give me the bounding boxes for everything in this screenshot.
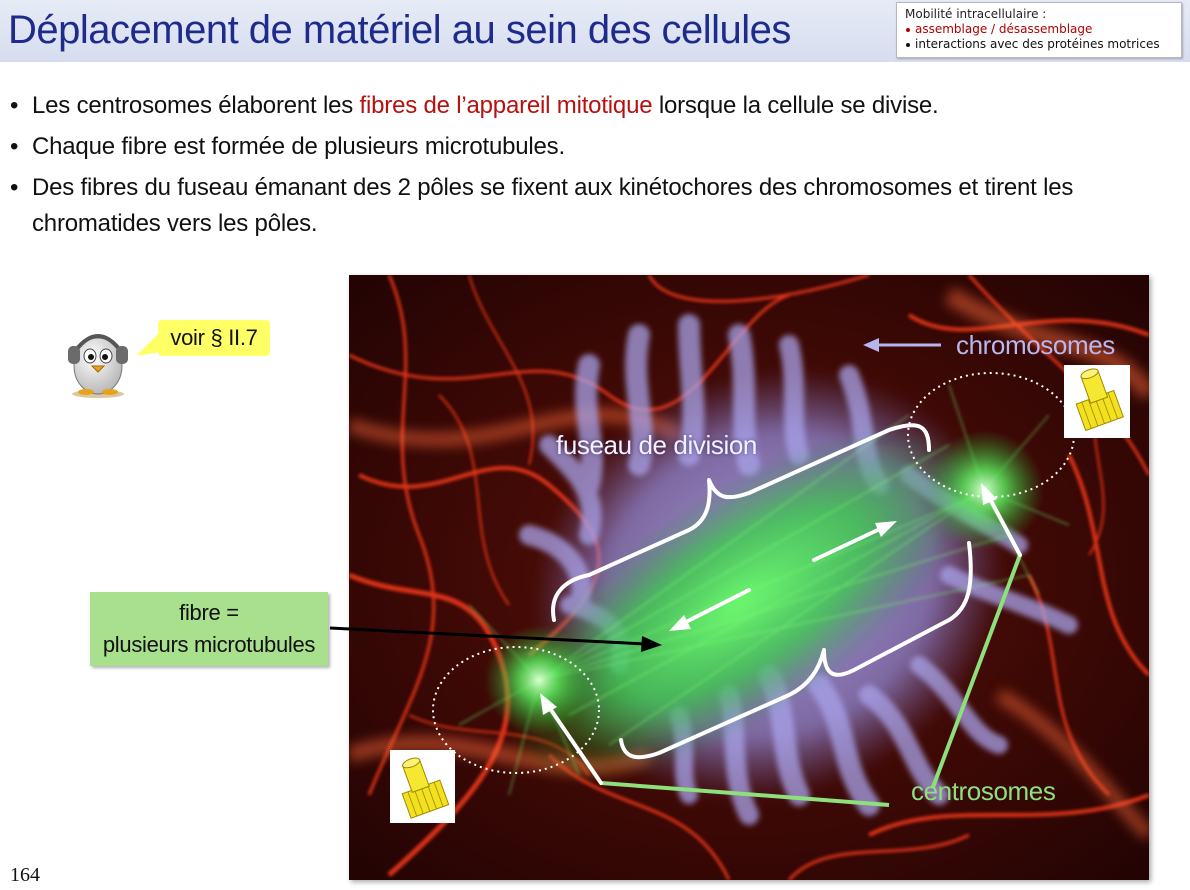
- page-number: 164: [10, 864, 40, 886]
- penguin-headphones-icon: [68, 334, 128, 398]
- centriole-icon-bottom: [390, 750, 455, 823]
- topic-summary-box: Mobilité intracellulaire : assemblage / …: [896, 2, 1182, 58]
- fibre-definition-line1: fibre =: [179, 600, 239, 625]
- chromosomes-label: chromosomes: [956, 330, 1115, 360]
- bullet-icon: •: [10, 133, 19, 160]
- bullet-item-kinetochores: • Des fibres du fuseau émanant des 2 pôl…: [8, 170, 1168, 242]
- bullet-icon: •: [10, 174, 19, 201]
- topic-summary-item-motor-proteins: interactions avec des protéines motrices: [905, 37, 1173, 52]
- centriole-icon-top: [1064, 365, 1130, 438]
- spindle-label: fuseau de division: [556, 430, 757, 460]
- fibre-definition-box: fibre = plusieurs microtubules: [90, 592, 328, 666]
- bullet-item-microtubules: • Chaque fibre est formée de plusieurs m…: [8, 129, 1168, 165]
- slide-title: Déplacement de matériel au sein des cell…: [8, 8, 791, 52]
- bullet-dot-icon: [906, 27, 910, 32]
- see-section-callout: voir § II.7: [158, 320, 270, 356]
- topic-summary-heading: Mobilité intracellulaire :: [905, 7, 1047, 21]
- bullet-dot-icon: [906, 42, 910, 47]
- fibre-pointer-arrow: [329, 626, 662, 652]
- bullet-icon: •: [10, 92, 19, 119]
- topic-summary-item-assembly: assemblage / désassemblage: [905, 22, 1173, 37]
- highlight-mitotic-fibres: fibres de l’appareil mitotique: [359, 92, 653, 119]
- centrosomes-label: centrosomes: [911, 776, 1056, 806]
- fibre-definition-line2: plusieurs microtubules: [102, 632, 316, 657]
- bullet-item-centrosomes: • Les centrosomes élaborent les fibres d…: [8, 88, 1168, 124]
- bullet-list: • Les centrosomes élaborent les fibres d…: [8, 88, 1168, 247]
